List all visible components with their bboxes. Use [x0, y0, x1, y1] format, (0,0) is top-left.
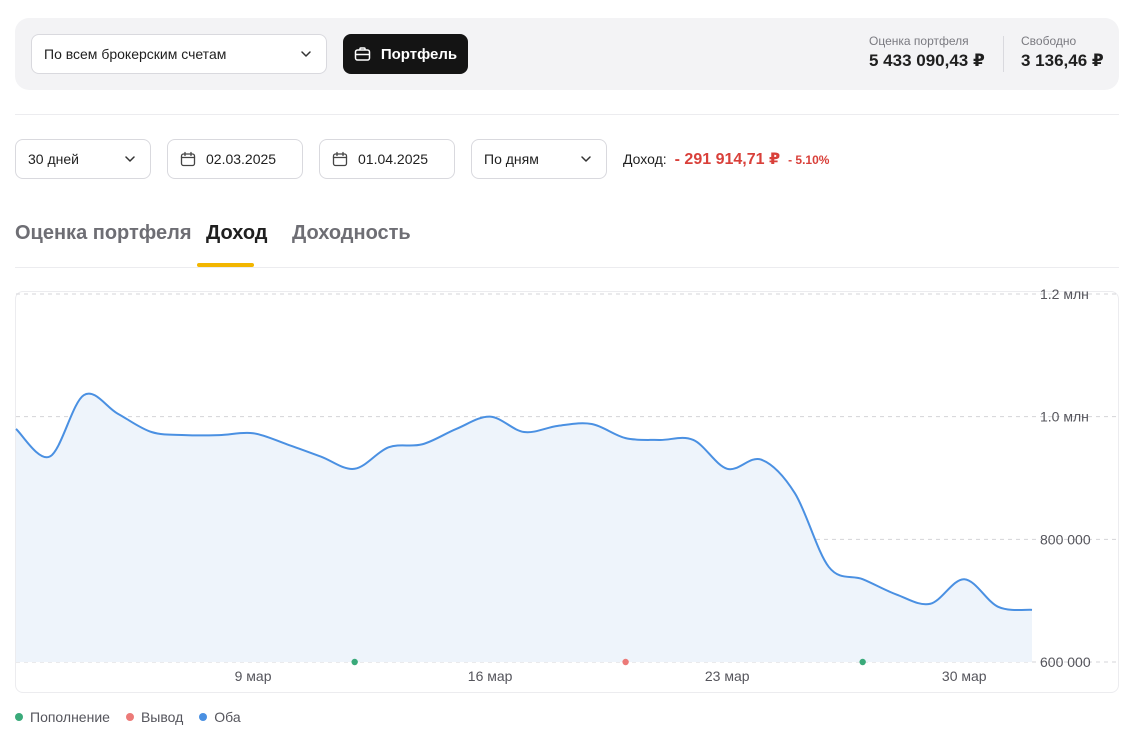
- legend-label-both: Оба: [214, 709, 241, 725]
- tab-portfolio-value[interactable]: Оценка портфеля: [15, 222, 192, 245]
- chart-frame: [15, 291, 1119, 693]
- legend-label-withdraw: Вывод: [140, 709, 184, 725]
- income-percent: - 5.10%: [788, 153, 830, 167]
- account-select[interactable]: По всем брокерским счетам: [31, 34, 327, 74]
- portfolio-value: 5 433 090,43 ₽: [869, 51, 985, 70]
- divider: [15, 114, 1119, 115]
- chevron-down-icon: [581, 156, 591, 162]
- legend-item-withdraw: Вывод: [125, 709, 184, 725]
- legend-item-deposit: Пополнение: [15, 709, 110, 725]
- legend-label-deposit: Пополнение: [30, 709, 110, 725]
- tab-yield[interactable]: Доходность: [292, 222, 411, 245]
- income-label: Доход:: [623, 151, 667, 167]
- briefcase-icon: [354, 47, 371, 61]
- chevron-down-icon: [301, 51, 311, 57]
- income-summary: Доход: - 291 914,71 ₽ - 5.10%: [623, 149, 829, 169]
- free-cash-stat: Свободно 3 136,46 ₽: [1021, 34, 1104, 71]
- legend-item-both: Оба: [199, 709, 241, 725]
- income-value: - 291 914,71 ₽: [674, 151, 781, 168]
- tabs-divider: [15, 267, 1119, 268]
- portfolio-button-label: Портфель: [380, 45, 458, 63]
- legend-dot-deposit: [15, 713, 23, 721]
- portfolio-header-bar: По всем брокерским счетам Портфель Оценк…: [15, 18, 1119, 90]
- tab-income[interactable]: Доход: [206, 222, 267, 245]
- calendar-icon: [332, 151, 348, 167]
- portfolio-value-caption: Оценка портфеля: [869, 34, 969, 48]
- legend-dot-both: [199, 713, 208, 721]
- calendar-icon: [180, 151, 196, 167]
- date-from-field[interactable]: 02.03.2025: [167, 139, 303, 179]
- free-cash-value: 3 136,46 ₽: [1021, 51, 1104, 70]
- granularity-select[interactable]: По дням: [471, 139, 607, 179]
- period-select-label: 30 дней: [28, 151, 79, 167]
- date-to-value: 01.04.2025: [358, 151, 429, 167]
- chevron-down-icon: [125, 156, 135, 162]
- period-select[interactable]: 30 дней: [15, 139, 151, 179]
- account-select-label: По всем брокерским счетам: [44, 46, 227, 62]
- free-cash-caption: Свободно: [1021, 34, 1077, 48]
- granularity-select-label: По дням: [484, 151, 539, 167]
- date-to-field[interactable]: 01.04.2025: [319, 139, 455, 179]
- stat-divider: [1003, 36, 1004, 72]
- portfolio-value-stat: Оценка портфеля 5 433 090,43 ₽: [869, 34, 985, 71]
- date-from-value: 02.03.2025: [206, 151, 277, 167]
- portfolio-button[interactable]: Портфель: [343, 34, 468, 74]
- chart-legend: Пополнение Вывод Оба: [15, 709, 241, 725]
- legend-dot-withdraw: [125, 713, 134, 721]
